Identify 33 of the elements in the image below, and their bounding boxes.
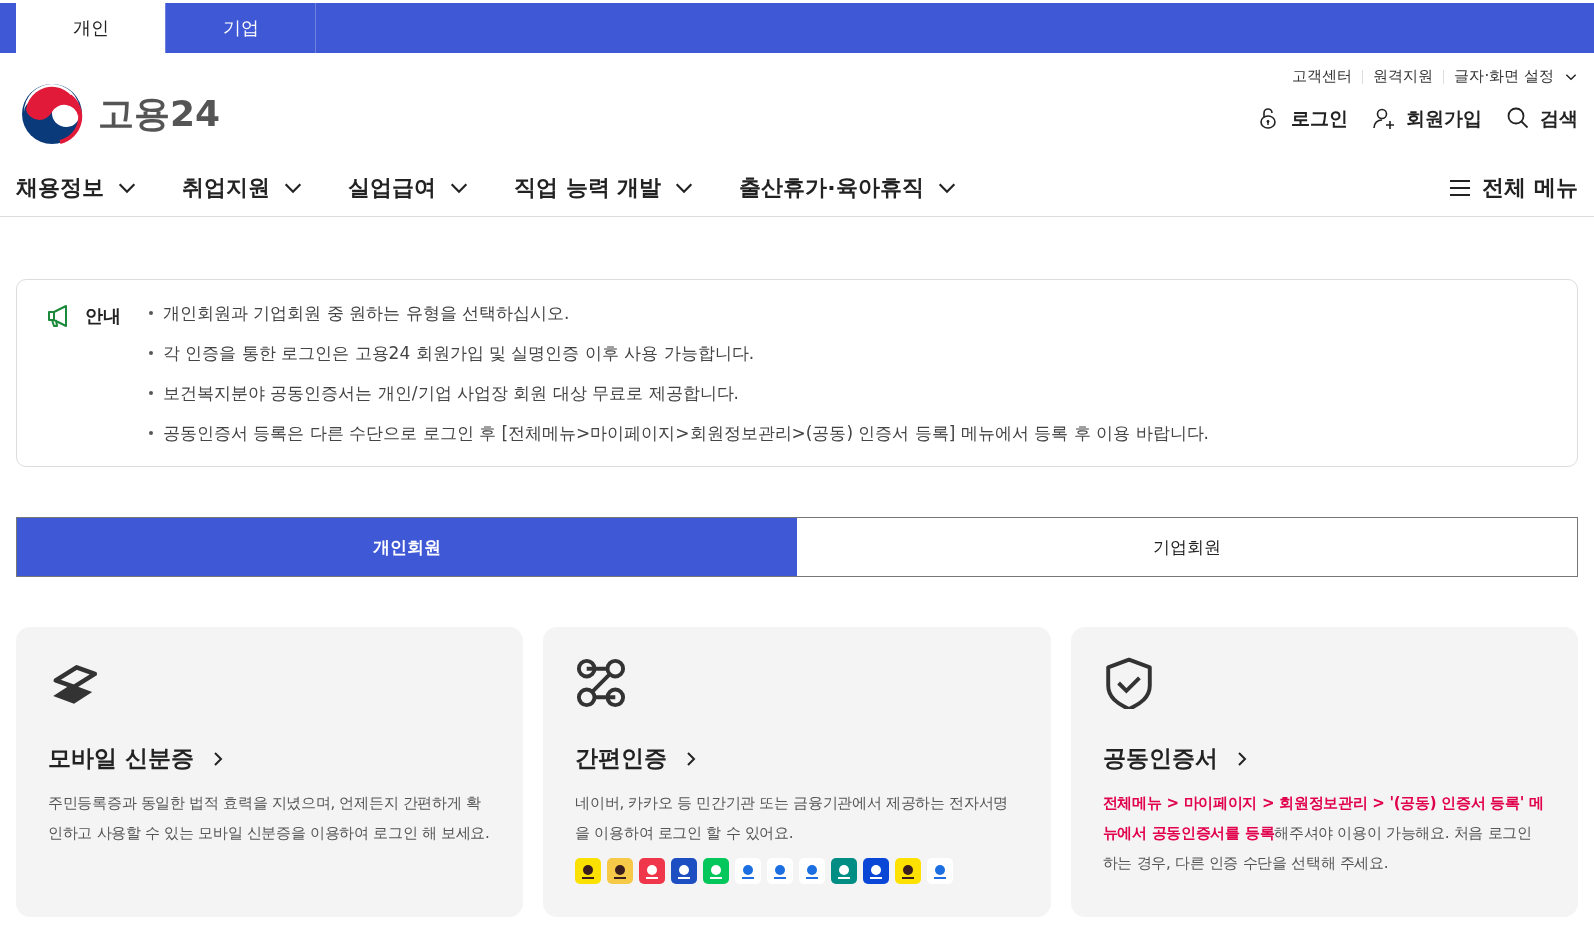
card-description: 주민등록증과 동일한 법적 효력을 지녔으며, 언제든지 간편하게 확인하고 사용할 수 있는 모바일 신분증을 이용하여 로그인 해 보세요. (48, 793, 491, 844)
emblem-icon (20, 82, 84, 146)
menu-icon (1448, 178, 1473, 198)
all-menu-button[interactable]: 전체 메뉴 (1448, 173, 1578, 203)
connection-icon (575, 657, 628, 709)
add-user-icon (1372, 106, 1396, 132)
notice-text: 개인회원과 기업회원 중 원하는 유형을 선택하십시오. (163, 302, 570, 325)
card-description: 네이버, 카카오 등 민간기관 또는 금융기관에서 제공하는 전자서명을 이용하여 로그인 할 수 있어요. (575, 793, 1009, 844)
login-link[interactable]: 로그인 (1257, 106, 1348, 132)
nav-menu-item[interactable]: 직업 능력 개발 (514, 173, 696, 203)
card-title: 간편인증 (575, 744, 668, 773)
card-description: 전체메뉴 > 마이페이지 > 회원정보관리 > '(공동) 인증서 등록' 메뉴에서 공동인증서를 등록해주셔야 이용이 가능해요. 처음 로그인 하는 경우, 다른 인증 수단을 선택해 주세요. (1102, 793, 1545, 874)
nav-menu-item[interactable]: 출산휴가·육아휴직 (739, 173, 958, 203)
card-title: 공동인증서 (1102, 744, 1218, 773)
logo-text: 고용24 (98, 91, 221, 136)
search-link[interactable]: 검색 (1506, 106, 1578, 132)
notice-text: 각 인증을 통한 로그인은 고용24 회원가입 및 실명인증 이후 사용 가능합니다. (163, 342, 755, 365)
utility-link[interactable]: 원격지원 (1373, 67, 1434, 86)
utility-link[interactable]: 글자·화면 설정 (1454, 67, 1578, 86)
utility-link[interactable]: 고객센터 (1292, 67, 1353, 86)
nav-menu-item[interactable]: 취업지원 (182, 173, 304, 203)
signup-link[interactable]: 회원가입 (1372, 106, 1482, 132)
login-method-card[interactable]: 간편인증 네이버, 카카오 등 민간기관 또는 금융기관에서 제공하는 전자서명을 이용하여 로그인 할 수 있어요. (543, 627, 1051, 917)
nav-menu-item[interactable]: 실업급여 (348, 173, 470, 203)
notice-title: 안내 (85, 304, 121, 328)
user-type-tab[interactable]: 개인 (16, 3, 166, 53)
nav-menu-item[interactable]: 채용정보 (16, 173, 138, 203)
login-method-card[interactable]: 모바일 신분증 주민등록증과 동일한 법적 효력을 지녔으며, 언제든지 간편하게 확인하고 사용할 수 있는 모바일 신분증을 이용하여 로그인 해 보세요. (16, 627, 524, 917)
card-title: 모바일 신분증 (48, 744, 194, 773)
notice-text: 공동인증서 등록은 다른 수단으로 로그인 후 [전체메뉴>마이페이지>회원정보관리>(공동) 인증서 등록] 메뉴에서 등록 후 이용 바랍니다. (163, 422, 1209, 445)
member-type-tab[interactable]: 개인회원 (17, 518, 797, 576)
login-method-card[interactable]: 공동인증서 전체메뉴 > 마이페이지 > 회원정보관리 > '(공동) 인증서 등록' 메뉴에서 공동인증서를 등록해주셔야 이용이 가능해요. 처음 로그인 하는 경우, 다른 인증 수단을 선택해 주세요. (1070, 627, 1578, 917)
notice-text: 보건복지분야 공동인증서는 개인/기업 사업장 회원 대상 무료로 제공합니다. (163, 382, 739, 405)
